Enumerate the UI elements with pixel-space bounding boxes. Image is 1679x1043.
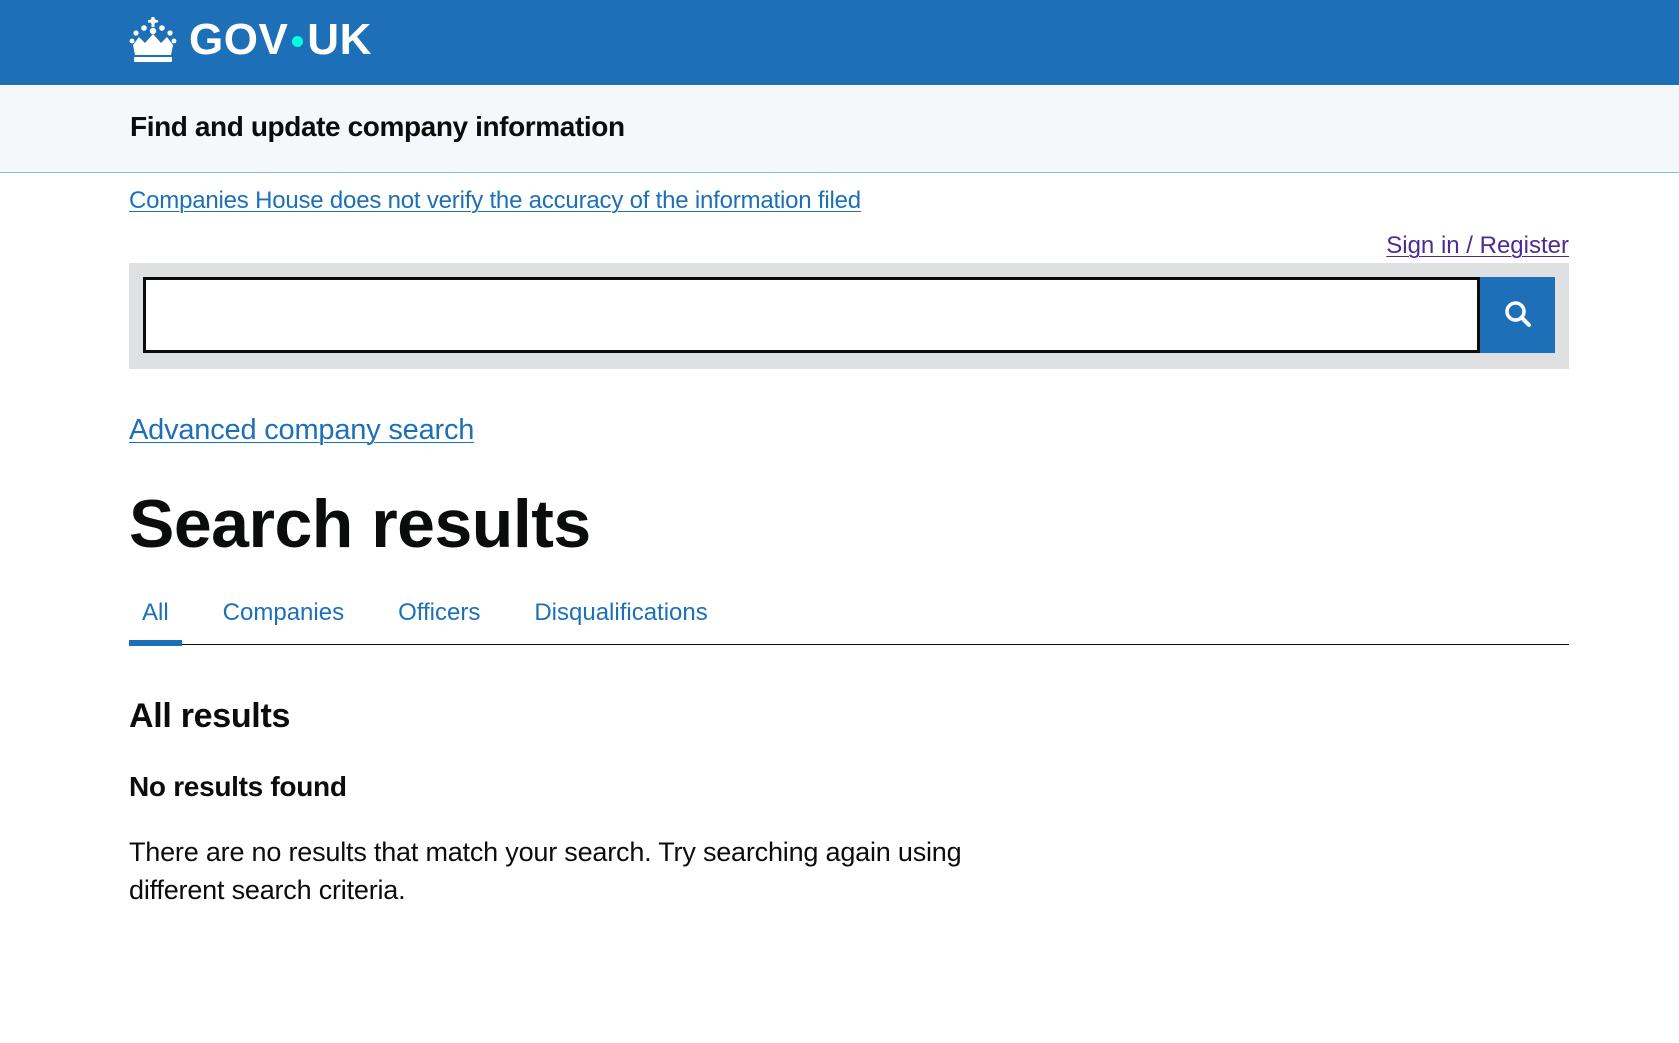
- results-heading: All results: [129, 697, 291, 735]
- service-name[interactable]: Find and update company information: [130, 111, 625, 143]
- govuk-header: GOV UK: [0, 0, 1679, 85]
- wordmark-gov: GOV: [189, 15, 289, 64]
- crown-icon: [129, 17, 177, 63]
- tab-all[interactable]: All: [129, 593, 182, 646]
- search-button[interactable]: [1480, 277, 1555, 353]
- tab-disqualifications[interactable]: Disqualifications: [521, 593, 720, 645]
- search-icon: [1503, 299, 1533, 332]
- advanced-company-search-link[interactable]: Advanced company search: [129, 414, 474, 447]
- govuk-wordmark: GOV UK: [189, 12, 372, 68]
- no-results-message: There are no results that match your sea…: [129, 837, 962, 905]
- accuracy-disclaimer-link[interactable]: Companies House does not verify the accu…: [129, 187, 861, 215]
- no-results-title: No results found: [129, 771, 347, 802]
- wordmark-dot: [292, 35, 304, 47]
- tab-officers[interactable]: Officers: [385, 593, 493, 645]
- govuk-logo-link[interactable]: GOV UK: [129, 12, 372, 68]
- tab-companies[interactable]: Companies: [210, 593, 357, 645]
- results-tabs: All Companies Officers Disqualifications: [129, 593, 1569, 646]
- search-bar: [129, 263, 1569, 369]
- wordmark-uk: UK: [307, 15, 372, 64]
- service-navigation-bar: Find and update company information: [0, 85, 1679, 173]
- sign-in-register-link[interactable]: Sign in / Register: [1386, 232, 1569, 260]
- page-title: Search results: [129, 486, 591, 562]
- search-input[interactable]: [143, 277, 1480, 353]
